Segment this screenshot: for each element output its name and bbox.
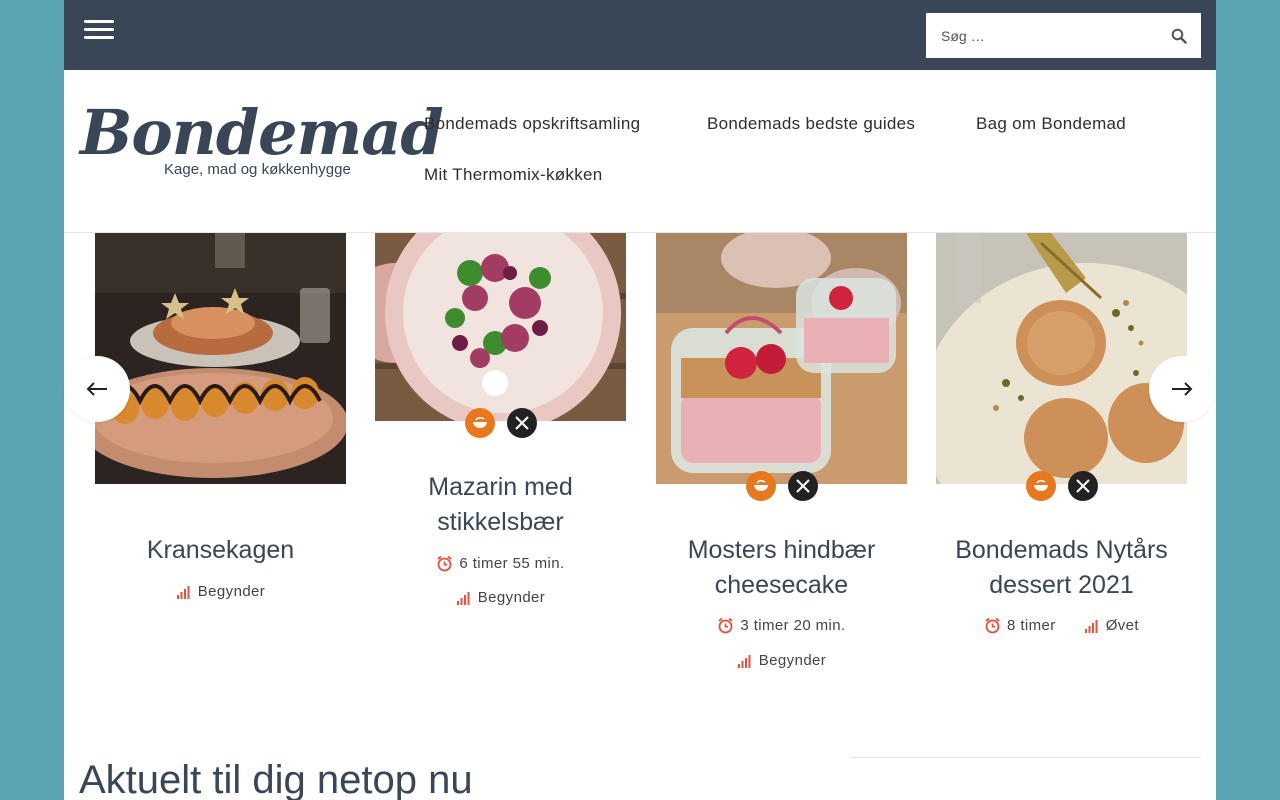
arrow-right-icon: [1172, 382, 1193, 396]
carousel-next-button[interactable]: [1149, 356, 1215, 422]
time-label: 8 timer: [1007, 617, 1056, 634]
bowl-icon[interactable]: [745, 471, 776, 501]
arrow-left-icon: [86, 382, 107, 396]
time-label: 3 timer 20 min.: [740, 617, 846, 634]
nav-item-guides[interactable]: Bondemads bedste guides: [707, 114, 915, 134]
signal-bars-icon: [737, 654, 751, 668]
search-form: [926, 13, 1201, 58]
fork-knife-icon[interactable]: [506, 408, 537, 438]
nav-item-thermomix[interactable]: Mit Thermomix-køkken: [424, 165, 603, 185]
logo-wordmark: Bondemad: [80, 96, 444, 169]
section-title: Aktuelt til dig netop nu: [79, 758, 473, 800]
bowl-icon[interactable]: [1025, 471, 1056, 501]
recipe-image-cheesecake[interactable]: [656, 233, 907, 484]
level-label: Begynder: [758, 652, 827, 669]
bowl-icon[interactable]: [464, 408, 495, 438]
nav-item-opskriftsamling[interactable]: Bondemads opskriftsamling: [424, 114, 640, 134]
recipe-badges: [656, 471, 907, 501]
recipe-level: Begynder: [656, 652, 907, 669]
signal-bars-icon: [456, 591, 470, 605]
search-input[interactable]: [926, 13, 1156, 58]
sidebar-divider: [851, 757, 1201, 758]
fork-knife-icon[interactable]: [787, 471, 818, 501]
recipe-time: 6 timer 55 min.: [375, 555, 626, 572]
hamburger-icon[interactable]: [84, 20, 114, 42]
recipe-badges: [936, 471, 1187, 501]
recipe-badges: [375, 408, 626, 438]
recipe-image-nytaars-dessert[interactable]: [936, 233, 1187, 484]
search-icon: [1171, 28, 1187, 44]
recipe-title[interactable]: Mazarin med stikkelsbær: [375, 470, 626, 540]
recipe-image-kransekage[interactable]: [95, 233, 346, 484]
alarm-clock-icon: [718, 617, 733, 634]
alarm-clock-icon: [437, 555, 452, 572]
fork-knife-icon[interactable]: [1067, 471, 1098, 501]
signal-bars-icon: [176, 585, 190, 599]
carousel-prev-button[interactable]: [64, 356, 130, 422]
level-label: Begynder: [197, 583, 266, 600]
recipe-title[interactable]: Kransekagen: [95, 533, 346, 568]
site-logo[interactable]: Bondemad Kage, mad og køkkenhygge: [80, 96, 444, 198]
alarm-clock-icon: [985, 617, 1000, 634]
search-button[interactable]: [1156, 13, 1201, 58]
top-bar: [64, 0, 1216, 70]
nav-item-bag-om[interactable]: Bag om Bondemad: [976, 114, 1126, 134]
time-label: 6 timer 55 min.: [459, 555, 565, 572]
site-header: Bondemad Kage, mad og køkkenhygge Bondem…: [64, 70, 1216, 233]
level-label: Øvet: [1105, 617, 1139, 634]
signal-bars-icon: [1084, 619, 1098, 633]
recipe-title[interactable]: Bondemads Nytårs dessert 2021: [936, 533, 1187, 603]
logo-tagline: Kage, mad og køkkenhygge: [164, 161, 351, 178]
page-container: Bondemad Kage, mad og køkkenhygge Bondem…: [64, 0, 1216, 800]
level-label: Begynder: [477, 589, 546, 606]
recipe-time-level: 8 timer Øvet: [936, 617, 1187, 634]
recipe-title[interactable]: Mosters hindbær cheesecake: [656, 533, 907, 603]
recipe-image-mazarin[interactable]: [375, 233, 626, 421]
recipe-level: Begynder: [95, 583, 346, 600]
recipe-level: Begynder: [375, 589, 626, 606]
recipe-time: 3 timer 20 min.: [656, 617, 907, 634]
